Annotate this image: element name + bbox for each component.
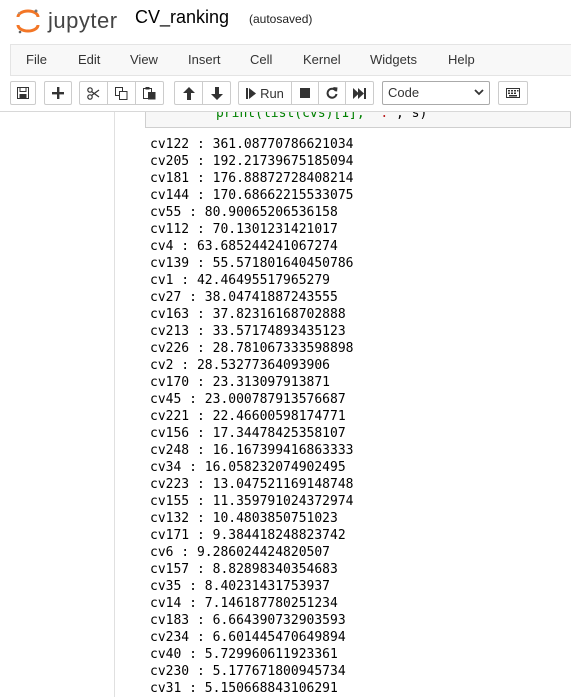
cell-border [114,112,115,697]
edit-button-group [79,81,164,105]
paste-icon [143,86,156,99]
output-line: cv31 : 5.150668843106291 [150,681,338,696]
output-line: cv226 : 28.781067333598898 [150,341,354,356]
move-up-button[interactable] [174,81,203,105]
menu-help[interactable]: Help [448,52,475,67]
output-line: cv183 : 6.664390732903593 [150,613,346,628]
plus-icon [52,87,64,99]
stop-button[interactable] [291,81,319,105]
move-down-button[interactable] [202,81,231,105]
output-line: cv6 : 9.286024424820507 [150,545,331,560]
output-line: cv181 : 176.88872728408214 [150,171,354,186]
restart-run-all-button[interactable] [345,81,374,105]
menu-view[interactable]: View [130,52,158,67]
run-button[interactable]: Run [238,81,292,105]
output-line: cv14 : 7.146187780251234 [150,596,338,611]
output-line: cv230 : 5.177671800945734 [150,664,346,679]
arrow-down-icon [210,86,223,100]
code-line: print(list(cvs)[1], ':', s) [216,112,427,121]
cut-icon [87,86,100,100]
menu-widgets[interactable]: Widgets [370,52,417,67]
copy-button[interactable] [107,81,136,105]
notebook-toolbar: Run Code [10,79,571,109]
menu-edit[interactable]: Edit [78,52,100,67]
save-icon [17,87,29,99]
chevron-down-icon [474,85,484,99]
output-line: cv234 : 6.601445470649894 [150,630,346,645]
output-line: cv122 : 361.08770786621034 [150,137,354,152]
output-line: cv171 : 9.384418248823742 [150,528,346,543]
copy-icon [115,86,128,100]
output-line: cv55 : 80.90065206536158 [150,205,338,220]
restart-button[interactable] [318,81,346,105]
output-line: cv223 : 13.047521169148748 [150,477,354,492]
insert-cell-button[interactable] [44,81,72,105]
output-line: cv156 : 17.34478425358107 [150,426,346,441]
command-palette-button[interactable] [498,81,528,105]
save-button[interactable] [10,81,36,105]
notebook-title[interactable]: CV_ranking [135,7,229,28]
output-line: cv163 : 37.82316168702888 [150,307,346,322]
menu-bar: File Edit View Insert Cell Kernel Widget… [10,44,571,76]
output-line: cv40 : 5.729960611923361 [150,647,338,662]
output-line: cv144 : 170.68662215533075 [150,188,354,203]
output-line: cv139 : 55.571801640450786 [150,256,354,271]
output-line: cv155 : 11.359791024372974 [150,494,354,509]
output-line: cv34 : 16.058232074902495 [150,460,346,475]
code-cell-input[interactable]: print(list(cvs)[1], ':', s) [145,112,571,128]
keyboard-icon [506,88,520,98]
jupyter-logo-icon [16,9,40,34]
paste-button[interactable] [135,81,164,105]
run-label: Run [260,85,284,101]
autosave-status: (autosaved) [249,12,313,26]
output-line: cv35 : 8.40231431753937 [150,579,331,594]
restart-icon [326,87,338,99]
arrow-up-icon [182,86,195,100]
code-call: print(list(cvs)[1], [216,112,373,121]
output-line: cv1 : 42.46495517965279 [150,273,331,288]
menu-insert[interactable]: Insert [188,52,221,67]
output-line: cv27 : 38.04741887243555 [150,290,338,305]
output-line: cv45 : 23.000787913576687 [150,392,346,407]
code-args: , s) [396,112,428,121]
menu-cell[interactable]: Cell [250,52,272,67]
output-line: cv170 : 23.313097913871 [150,375,331,390]
output-line: cv205 : 192.21739675185094 [150,154,354,169]
output-line: cv213 : 33.57174893435123 [150,324,346,339]
output-line: cv221 : 22.46600598174771 [150,409,346,424]
step-forward-icon [246,87,257,99]
run-button-group: Run [238,81,374,105]
move-button-group [174,81,231,105]
cell-output: cv122 : 361.08770786621034 cv205 : 192.21… [150,136,570,697]
output-line: cv2 : 28.53277364093906 [150,358,331,373]
cell-type-value: Code [388,85,420,100]
jupyter-wordmark: jupyter [48,8,118,33]
notebook-header: jupyter CV_ranking (autosaved) [0,0,571,40]
menu-file[interactable]: File [26,52,47,67]
output-line: cv4 : 63.685244241067274 [150,239,338,254]
code-string: ':' [372,112,397,121]
fast-forward-icon [353,87,366,99]
output-line: cv112 : 70.1301231421017 [150,222,338,237]
menu-kernel[interactable]: Kernel [303,52,341,67]
output-line: cv248 : 16.167399416863333 [150,443,354,458]
output-line: cv157 : 8.82898340354683 [150,562,338,577]
cell-type-select[interactable]: Code [382,81,490,105]
jupyter-logo[interactable]: jupyter [14,5,124,34]
output-line: cv132 : 10.4803850751023 [150,511,338,526]
stop-icon [300,88,310,98]
cut-button[interactable] [79,81,108,105]
